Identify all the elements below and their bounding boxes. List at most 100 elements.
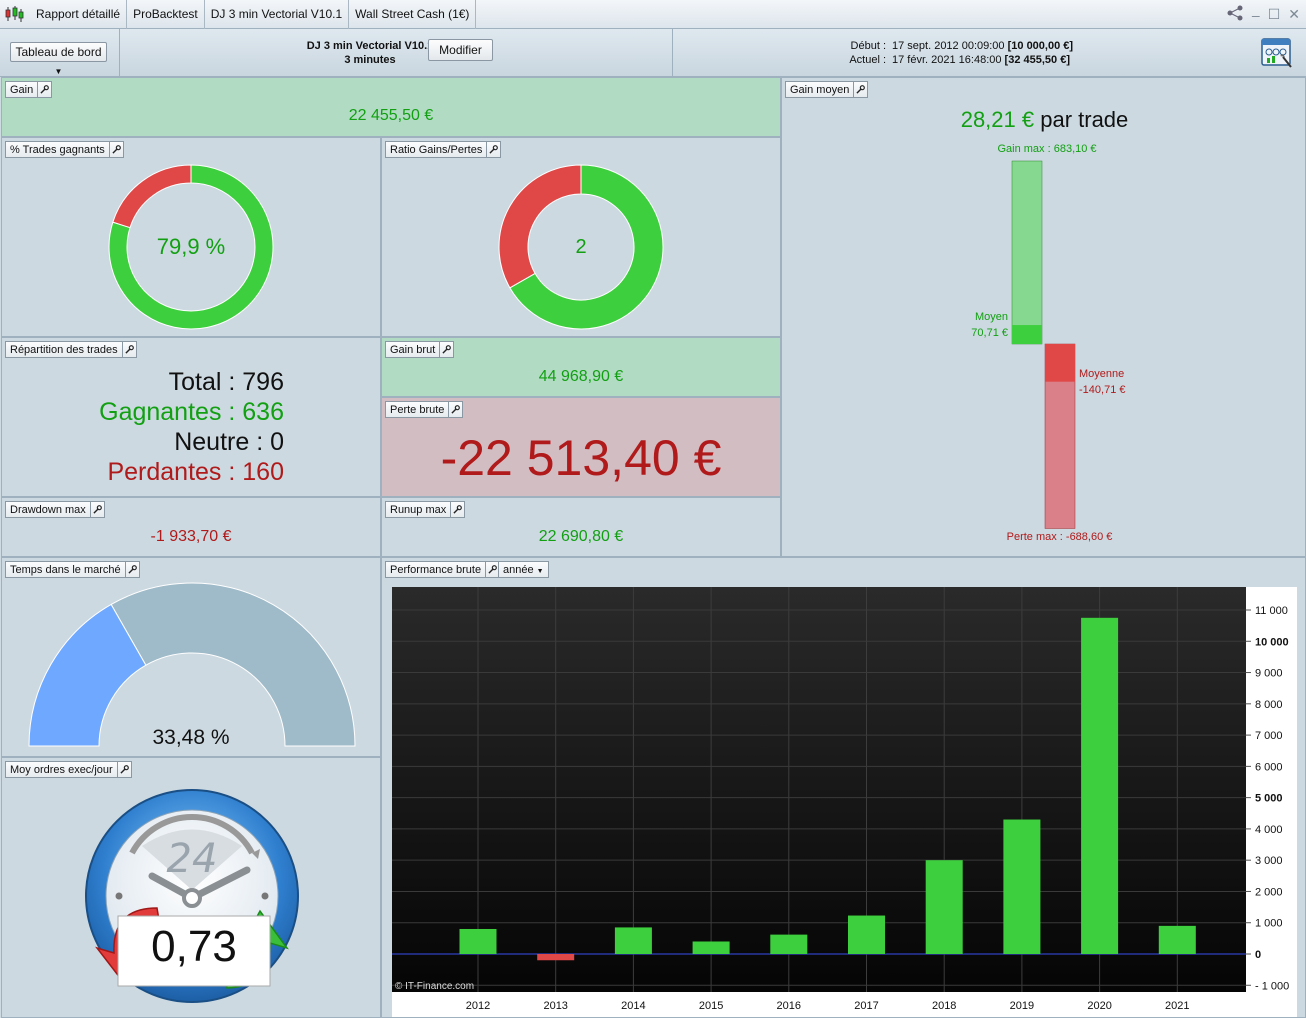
gross-gain-value: 44 968,90 € [538, 368, 624, 385]
chevron-down-icon: ▼ [54, 67, 63, 76]
wrench-icon[interactable] [448, 402, 462, 417]
minimize-icon[interactable]: – [1252, 7, 1260, 23]
dashboard-dropdown-label: Tableau de bord [15, 45, 102, 59]
runup-value: 22 690,80 € [538, 528, 624, 545]
neutral-label: Neutre : [174, 428, 271, 456]
total-label: Total : [168, 368, 243, 396]
gain-value: 22 455,50 € [348, 107, 434, 124]
tab-probacktest[interactable]: ProBacktest [127, 0, 205, 29]
winning-trades-value: 79,9 % [156, 234, 226, 259]
avg-loss-bar [1045, 344, 1075, 382]
divider [672, 29, 673, 77]
modify-button[interactable]: Modifier [428, 39, 493, 61]
time-in-market-panel: Temps dans le marché 33,48 % [1, 557, 381, 757]
wrench-icon[interactable] [37, 82, 51, 97]
tab-strategy[interactable]: DJ 3 min Vectorial V10.1 [205, 0, 350, 29]
ratio-panel: Ratio Gains/Pertes 2 [381, 137, 781, 337]
y-tick-label: 8 000 [1255, 699, 1283, 711]
share-icon[interactable] [1226, 5, 1244, 24]
y-tick-label: 2 000 [1255, 886, 1283, 898]
gross-loss-value: -22 513,40 € [440, 430, 722, 486]
backtest-dates: Début : 17 sept. 2012 00:09:00 [10 000,00… [840, 39, 1073, 67]
runup-panel: Runup max 22 690,80 € [381, 497, 781, 557]
clock-24-label: 24 [167, 836, 218, 882]
tab-instrument[interactable]: Wall Street Cash (1€) [349, 0, 477, 29]
y-tick-label: 7 000 [1255, 730, 1283, 742]
panel-title: Répartition des trades [5, 341, 137, 358]
bar-2021 [1158, 925, 1196, 954]
gauge-background [110, 582, 356, 747]
avg-loss-title: Moyenne [1079, 368, 1125, 380]
report-settings-icon[interactable] [1261, 37, 1293, 69]
panel-title-label: Runup max [390, 504, 447, 516]
panel-title: Perte brute [385, 401, 464, 418]
x-tick-label: 2016 [777, 1000, 801, 1012]
wrench-icon[interactable] [89, 502, 104, 517]
dashboard-dropdown[interactable]: Tableau de bord ▼ [10, 42, 107, 76]
max-gain-bar [1011, 160, 1043, 345]
tab-detailed-report[interactable]: Rapport détaillé [30, 0, 128, 29]
start-date: 17 sept. 2012 00:09:00 [892, 40, 1005, 52]
clock-icon: 24 [85, 789, 299, 1003]
bar-2017 [848, 915, 885, 954]
bar-2014 [614, 927, 652, 954]
avg-win-value: 70,71 € [971, 327, 1008, 340]
x-tick-label: 2021 [1165, 1000, 1189, 1012]
total-row: Total : 796 [2, 367, 284, 397]
total-value: 796 [242, 368, 284, 396]
wrench-icon[interactable] [439, 342, 453, 357]
winning-value: 636 [242, 398, 284, 426]
x-tick-label: 2019 [1010, 1000, 1034, 1012]
close-icon[interactable]: ✕ [1288, 6, 1300, 23]
max-loss-label: Perte max : -688,60 € [1006, 531, 1113, 544]
donut-loss-segment [112, 164, 192, 229]
wrench-icon[interactable] [450, 502, 464, 517]
avg-win-label: Moyen 70,71 € [942, 309, 1008, 341]
panel-title-label: Perte brute [390, 404, 445, 416]
neutral-value: 0 [270, 428, 284, 456]
y-tick-label: 9 000 [1255, 668, 1283, 680]
distribution-list: Total : 796 Gagnantes : 636 Neutre : 0 P… [2, 367, 284, 487]
avg-gain-panel: Gain moyen 28,21 € par trade Gain max : … [781, 77, 1306, 557]
candlestick-app-icon [4, 5, 24, 23]
x-tick-label: 2020 [1087, 1000, 1111, 1012]
bar-2018 [925, 860, 963, 954]
y-tick-label: 0 [1255, 949, 1261, 961]
watermark: © IT-Finance.com [395, 981, 474, 992]
panel-title-label: Gain [10, 84, 34, 96]
panel-title: Gain brut [385, 341, 455, 358]
orders-per-day-value: 0,73 [151, 922, 237, 971]
bar-2020 [1081, 617, 1119, 954]
distribution-panel: Répartition des trades Total : 796 Gagna… [1, 337, 381, 497]
bar-2012 [459, 928, 497, 954]
x-tick-label: 2018 [932, 1000, 956, 1012]
avg-loss-label: Moyenne -140,71 € [1079, 366, 1125, 398]
drawdown-value: -1 933,70 € [150, 528, 232, 545]
panel-title: Gain [5, 81, 53, 98]
losing-row: Perdantes : 160 [2, 457, 284, 487]
start-label: Début : [850, 40, 886, 52]
maximize-icon[interactable]: ☐ [1268, 6, 1281, 23]
panel-title: Drawdown max [5, 501, 105, 518]
y-tick-label: 10 000 [1255, 636, 1289, 648]
donut-loss-segment [498, 164, 582, 289]
drawdown-panel: Drawdown max -1 933,70 € [1, 497, 381, 557]
x-tick-label: 2015 [699, 1000, 723, 1012]
divider [119, 29, 120, 77]
bar-2019 [1003, 819, 1041, 954]
x-tick-label: 2017 [854, 1000, 878, 1012]
y-tick-label: 1 000 [1255, 918, 1283, 930]
bar-2016 [770, 934, 808, 954]
x-tick-label: 2014 [621, 1000, 645, 1012]
y-tick-label: 3 000 [1255, 855, 1283, 867]
current-capital: [32 455,50 €] [1004, 54, 1070, 66]
bar-2015 [692, 941, 730, 954]
winning-row: Gagnantes : 636 [2, 397, 284, 427]
ratio-value: 2 [575, 236, 587, 258]
current-label: Actuel : [849, 54, 886, 66]
performance-chart: - 1 000 0 1 000 2 000 3 000 4 000 5 000 6 000 7 … [392, 587, 1297, 1017]
losing-label: Perdantes : [107, 458, 243, 486]
start-capital: [10 000,00 €] [1007, 40, 1074, 52]
y-tick-label: - 1 000 [1255, 980, 1289, 992]
wrench-icon[interactable] [121, 342, 136, 357]
